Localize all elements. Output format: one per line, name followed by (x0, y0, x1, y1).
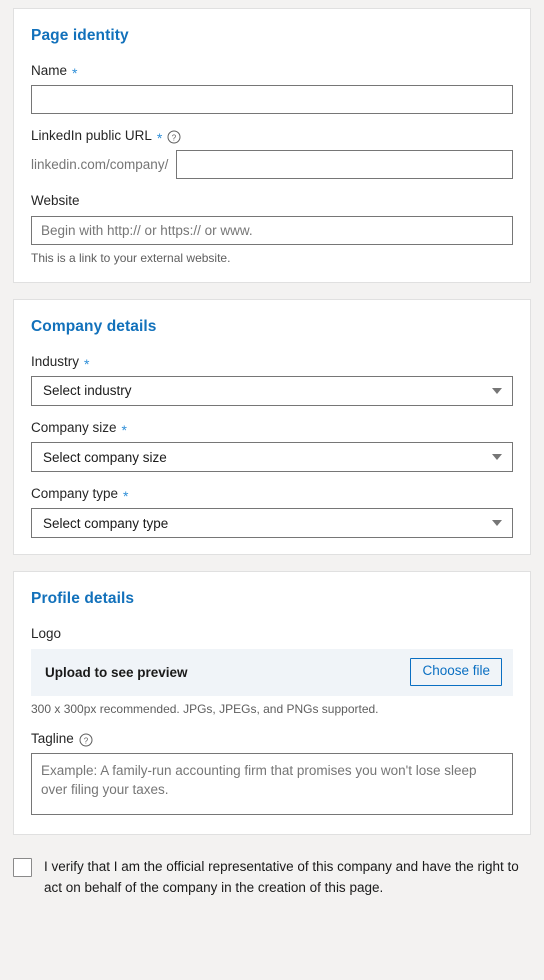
industry-label-text: Industry (31, 353, 80, 369)
industry-select[interactable]: Select industry (31, 375, 513, 406)
linkedin-url-row: linkedin.com/company/ (31, 150, 513, 180)
company-details-title: Company details (31, 317, 157, 335)
name-label-text: Name (31, 63, 68, 78)
logo-label: Logo (31, 626, 513, 642)
company-type-label-text: Company type (31, 486, 119, 502)
verification-checkbox[interactable] (13, 857, 32, 877)
industry-field-group: Industry * Select industry (31, 354, 513, 406)
company-size-field-group: Company size * Select company size (31, 419, 513, 473)
company-type-field-group: Company type * Select company type (31, 486, 513, 539)
company-type-select[interactable]: Select company type (31, 508, 513, 539)
profile-details-card: Profile details Logo Upload to see previ… (13, 571, 531, 835)
company-details-card: Company details Industry * Select indust… (13, 298, 531, 556)
required-asterisk: * (123, 488, 129, 505)
create-page-form: Page identity Name * LinkedIn public URL… (0, 0, 544, 835)
linkedin-url-input[interactable] (176, 150, 513, 180)
svg-text:?: ? (84, 736, 89, 745)
logo-label-text: Logo (31, 626, 62, 642)
tagline-label-text: Tagline (31, 730, 74, 746)
company-type-select-wrap: Select company type (31, 508, 513, 539)
required-asterisk: * (121, 422, 127, 439)
page-identity-title: Page identity (31, 27, 129, 44)
required-asterisk: * (72, 65, 78, 82)
tagline-textarea[interactable] (31, 752, 513, 815)
company-size-selected-value: Select company size (43, 449, 167, 465)
verification-text: I verify that I am the official represen… (44, 858, 519, 895)
company-size-select-wrap: Select company size (31, 442, 513, 473)
required-asterisk: * (84, 355, 90, 372)
help-circle-icon[interactable]: ? (79, 733, 93, 747)
logo-field-group: Logo Upload to see preview Choose file 3… (31, 626, 513, 716)
industry-selected-value: Select industry (43, 383, 132, 399)
website-field-group: Website This is a link to your external … (31, 193, 513, 265)
logo-helper-text: 300 x 300px recommended. JPGs, JPEGs, an… (31, 701, 379, 716)
tagline-label: Tagline ? (31, 731, 513, 747)
company-size-label-text: Company size (31, 419, 117, 435)
linkedin-url-label: LinkedIn public URL * ? (31, 128, 513, 147)
website-input[interactable] (31, 215, 513, 245)
profile-details-title: Profile details (31, 590, 135, 608)
linkedin-url-prefix: linkedin.com/company/ (31, 157, 169, 173)
svg-text:?: ? (172, 134, 177, 143)
verification-row: I verify that I am the official represen… (0, 835, 544, 899)
website-label: Website (31, 193, 513, 209)
company-type-label: Company type * (31, 486, 513, 505)
company-size-select[interactable]: Select company size (31, 442, 513, 473)
name-label: Name * (31, 63, 513, 82)
company-type-selected-value: Select company type (43, 515, 169, 531)
industry-select-wrap: Select industry (31, 375, 513, 406)
industry-label: Industry * (31, 353, 513, 372)
logo-preview-text: Upload to see preview (45, 664, 188, 680)
website-helper-text: This is a link to your external website. (31, 250, 231, 265)
required-asterisk: * (156, 130, 163, 147)
website-label-text: Website (31, 193, 80, 209)
linkedin-url-field-group: LinkedIn public URL * ? linkedin.com/com… (31, 128, 513, 180)
tagline-field-group: Tagline ? (31, 731, 513, 818)
name-input[interactable] (31, 85, 513, 115)
help-circle-icon[interactable]: ? (167, 130, 181, 144)
logo-upload-strip: Upload to see preview Choose file (31, 648, 513, 696)
page-identity-card: Page identity Name * LinkedIn public URL… (13, 8, 531, 283)
company-size-label: Company size * (31, 419, 513, 439)
linkedin-url-label-text: LinkedIn public URL (31, 128, 152, 144)
name-field-group: Name * (31, 63, 513, 115)
choose-file-button[interactable]: Choose file (410, 658, 502, 686)
